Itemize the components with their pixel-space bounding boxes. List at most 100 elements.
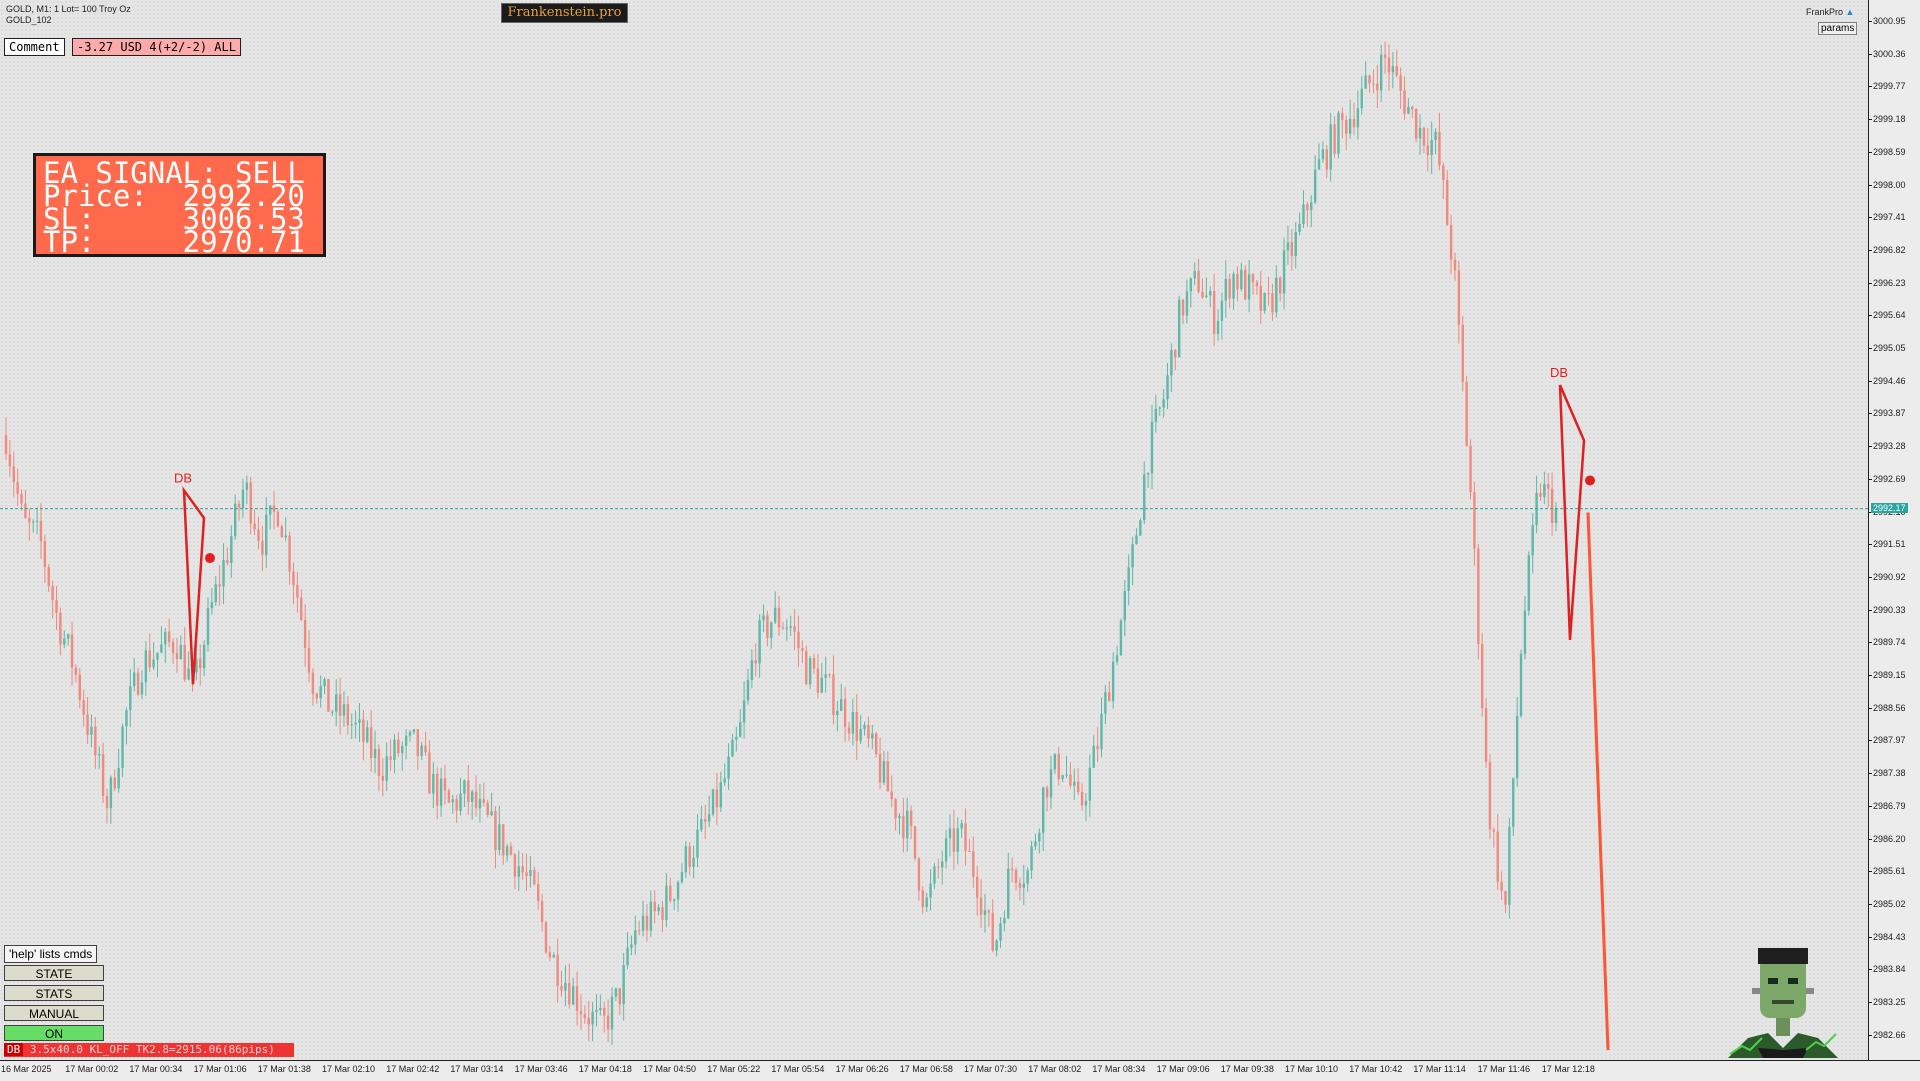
candle-body: [1228, 278, 1231, 299]
candle-body: [66, 634, 70, 639]
candle-body: [16, 481, 19, 494]
candle-body: [350, 724, 353, 726]
candle-body: [443, 778, 447, 791]
stats-button[interactable]: STATS: [4, 985, 104, 1001]
candle-body: [956, 828, 959, 852]
time-axis[interactable]: 16 Mar 2025 17 Mar 00:02 17 Mar 00:34 17 Ma…: [0, 1060, 1920, 1081]
manual-button[interactable]: MANUAL: [4, 1005, 104, 1021]
candle-body: [148, 650, 151, 668]
candle-body: [1045, 787, 1049, 798]
candle-body: [603, 1007, 606, 1016]
time-tick-label: 17 Mar 01:38: [257, 1064, 311, 1074]
candle-body: [556, 954, 559, 986]
candle-body: [401, 745, 404, 754]
candle-body: [944, 838, 948, 862]
price-tick-label: 2983.25: [1868, 997, 1906, 1007]
candle-body: [1267, 293, 1270, 295]
chart-area[interactable]: DB DB GOLD, M1: 1 Lot= 100 Troy Oz GOLD_1…: [0, 0, 1869, 1060]
candle-body: [1360, 88, 1363, 109]
candle-body: [1438, 131, 1441, 166]
candle-body: [696, 829, 699, 858]
candle-body: [346, 704, 350, 726]
candle-body: [808, 657, 812, 685]
price-axis[interactable]: 3000.95 3000.36 2999.77 2999.18 2998.59 2998.…: [1868, 0, 1920, 1060]
price-tick-label: 2993.28: [1868, 441, 1906, 452]
candle-body: [125, 710, 128, 727]
brand-label[interactable]: Frankenstein.pro: [501, 3, 628, 23]
candle-body: [311, 672, 315, 694]
price-tick-label: 2984.43: [1868, 931, 1906, 942]
candle-body: [614, 988, 618, 997]
candle-body: [455, 799, 458, 811]
candle-body: [995, 940, 998, 951]
candle-body: [832, 674, 835, 716]
candle-body: [513, 854, 517, 877]
candle-body: [451, 799, 454, 803]
time-tick-label: 17 Mar 05:54: [771, 1064, 825, 1074]
candle-body: [1232, 273, 1235, 299]
candle-body: [1092, 745, 1095, 768]
candle-body: [1414, 109, 1418, 139]
candle-body: [377, 748, 381, 776]
candle-body: [836, 710, 839, 716]
candle-body: [1430, 140, 1433, 155]
candle-body: [1174, 349, 1177, 358]
candle-body: [909, 810, 913, 827]
candle-body: [1469, 445, 1472, 493]
candle-body: [4, 434, 8, 455]
price-tick-label: 2991.51: [1868, 539, 1906, 550]
candle-body: [824, 674, 827, 678]
params-button[interactable]: params: [1818, 22, 1858, 35]
candle-body: [1119, 620, 1123, 656]
candle-body: [859, 728, 862, 741]
candle-body: [1069, 774, 1072, 786]
candle-body: [1123, 590, 1126, 621]
help-button[interactable]: 'help' lists cmds: [4, 945, 98, 963]
candle-body: [1240, 269, 1243, 290]
candle-body: [1259, 286, 1262, 311]
price-tick-label: 2988.56: [1868, 702, 1906, 713]
candle-body: [187, 668, 190, 680]
candle-body: [206, 608, 210, 645]
candle-body: [43, 541, 47, 567]
comment-button[interactable]: Comment: [4, 38, 65, 56]
candle-body: [420, 745, 423, 757]
candle-body: [1348, 118, 1352, 134]
candle-body: [257, 529, 260, 541]
candle-body: [820, 677, 823, 693]
candle-body: [925, 897, 928, 908]
candle-body: [222, 560, 225, 587]
candle-body: [136, 672, 140, 695]
candle-body: [502, 824, 505, 856]
candle-body: [428, 752, 431, 794]
candle-body: [35, 520, 39, 522]
candle-body: [509, 846, 513, 855]
candle-body: [1275, 277, 1278, 313]
candle-body: [1465, 381, 1468, 446]
candle-body: [1523, 610, 1527, 654]
on-toggle-button[interactable]: ON: [4, 1025, 104, 1041]
time-tick-label: 17 Mar 04:18: [578, 1064, 632, 1074]
candle-body: [1076, 781, 1080, 793]
candle-body: [482, 799, 486, 803]
candle-body: [1461, 324, 1464, 382]
status-bar: DB 3.5x40.0 KL_OFF TK2.8=2915.06(86pips): [4, 1043, 294, 1057]
price-tick-label: 2994.46: [1868, 375, 1906, 386]
candle-body: [1294, 231, 1297, 257]
candle-body: [268, 505, 272, 515]
candle-body: [249, 482, 252, 524]
candle-body: [105, 796, 109, 809]
candle-body: [1088, 767, 1092, 801]
candle-body: [1255, 282, 1259, 287]
price-tick-label: 3000.36: [1868, 48, 1906, 59]
candle-body: [307, 647, 311, 673]
candle-body: [113, 777, 116, 789]
price-tick-label: 3000.95: [1868, 16, 1906, 26]
candle-body: [1197, 271, 1200, 292]
price-tick-label: 2999.77: [1868, 81, 1906, 92]
candle-body: [560, 985, 563, 991]
candle-body: [719, 782, 722, 808]
candle-body: [863, 724, 866, 729]
candle-body: [94, 726, 97, 756]
state-button[interactable]: STATE: [4, 965, 104, 981]
